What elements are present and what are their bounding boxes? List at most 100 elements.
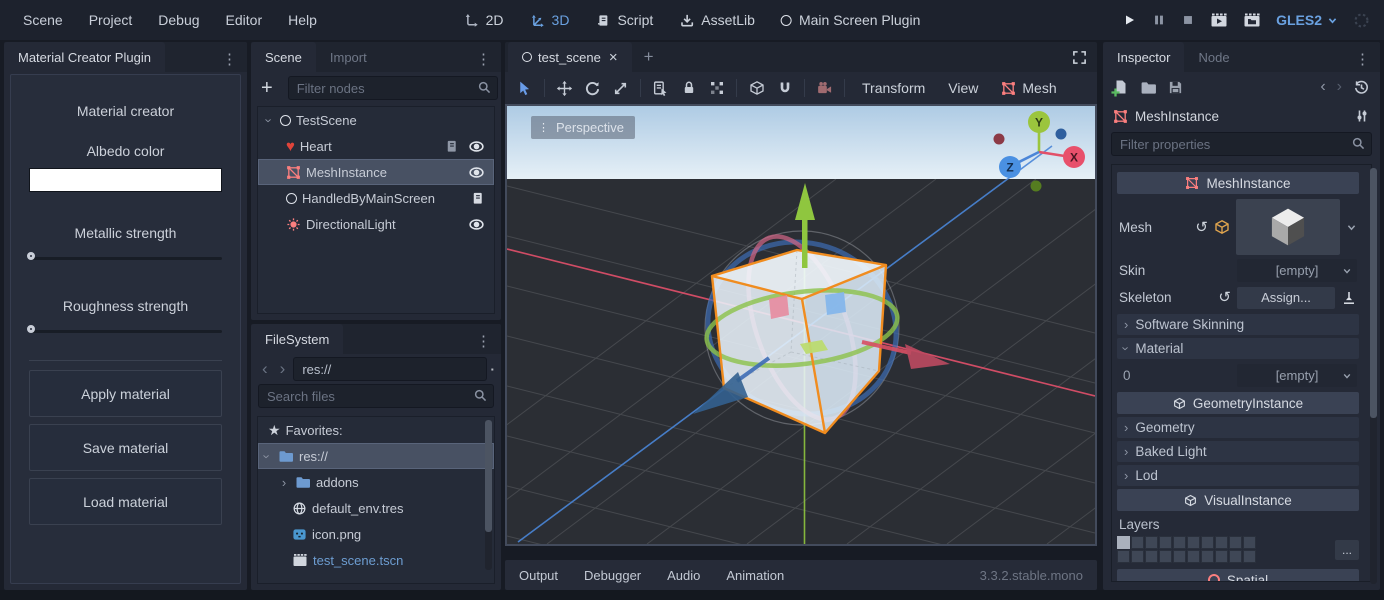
scene-tab-test-scene[interactable]: test_scene × (508, 42, 632, 72)
list-select-button[interactable] (647, 76, 674, 100)
visibility-eye-icon[interactable] (468, 138, 485, 155)
animation-button[interactable]: Animation (726, 568, 784, 583)
play-button[interactable] (1121, 12, 1137, 28)
visibility-eye-icon[interactable] (468, 216, 485, 233)
mesh-resource-icon[interactable] (1214, 219, 1230, 235)
inspector-scrollbar[interactable] (1370, 168, 1377, 584)
tab-filesystem[interactable]: FileSystem (251, 324, 343, 354)
layer-5[interactable] (1173, 536, 1186, 549)
inspector-tools-icon[interactable] (1354, 108, 1370, 124)
tree-row-heart[interactable]: ♥ Heart (258, 133, 494, 159)
workspace-main-screen-plugin[interactable]: Main Screen Plugin (773, 0, 928, 40)
layer-7[interactable] (1201, 536, 1214, 549)
axis-y-ball[interactable]: Y (1028, 111, 1050, 133)
layer-2[interactable] (1131, 536, 1144, 549)
section-meshinstance[interactable]: MeshInstance (1117, 172, 1359, 194)
menu-scene[interactable]: Scene (10, 0, 76, 40)
visibility-eye-icon[interactable] (468, 164, 485, 181)
menu-debug[interactable]: Debug (145, 0, 212, 40)
workspace-assetlib[interactable]: AssetLib (671, 0, 763, 40)
save-material-button[interactable]: Save material (29, 424, 222, 471)
fs-row-favorites[interactable]: ★ Favorites: (258, 417, 494, 443)
group-button[interactable] (703, 76, 730, 100)
menu-project[interactable]: Project (76, 0, 146, 40)
view-axis-gizmo[interactable]: Y X Z (987, 108, 1091, 200)
metallic-strength-slider[interactable] (29, 257, 222, 260)
lock-button[interactable] (675, 76, 702, 100)
layers-more-button[interactable]: ... (1335, 540, 1359, 560)
dock-menu-icon[interactable]: ⋮ (1347, 50, 1380, 72)
axis-neg-y-ball[interactable] (1031, 181, 1042, 192)
tree-row-directionallight[interactable]: DirectionalLight (258, 211, 494, 237)
stop-button[interactable] (1181, 13, 1195, 27)
roughness-strength-slider[interactable] (29, 330, 222, 333)
debugger-button[interactable]: Debugger (584, 568, 641, 583)
script-icon[interactable] (444, 139, 459, 154)
fs-row-default-env[interactable]: default_env.tres (258, 495, 494, 521)
tab-scene[interactable]: Scene (251, 42, 316, 72)
history-back-button[interactable]: ‹ (1320, 78, 1325, 96)
tab-import[interactable]: Import (316, 42, 381, 72)
perspective-menu[interactable]: ⋮ Perspective (531, 116, 635, 139)
tab-node[interactable]: Node (1184, 42, 1243, 72)
group-material[interactable]: › Material (1117, 338, 1359, 359)
layer-12[interactable] (1131, 550, 1144, 563)
workspace-script[interactable]: Script (587, 0, 661, 40)
layer-6[interactable] (1187, 536, 1200, 549)
layer-18[interactable] (1215, 550, 1228, 563)
slider-knob[interactable] (27, 252, 35, 260)
albedo-color-picker[interactable] (29, 168, 222, 192)
tree-row-testscene[interactable]: › TestScene (258, 107, 494, 133)
section-visualinstance[interactable]: VisualInstance (1117, 489, 1359, 511)
dock-menu-icon[interactable]: ⋮ (468, 50, 501, 72)
section-geometryinstance[interactable]: GeometryInstance (1117, 392, 1359, 414)
slider-knob[interactable] (27, 325, 35, 333)
fs-row-test-scene[interactable]: test_scene.tscn (258, 547, 494, 573)
group-software-skinning[interactable]: › Software Skinning (1117, 314, 1359, 335)
3d-viewport[interactable]: ⋮ Perspective Y X Z (505, 104, 1097, 546)
node-path-pick-icon[interactable] (1341, 290, 1357, 306)
filter-properties-input[interactable] (1111, 132, 1372, 156)
script-icon[interactable] (470, 191, 485, 206)
tab-inspector[interactable]: Inspector (1103, 42, 1184, 72)
load-resource-button[interactable] (1140, 79, 1157, 96)
material-dropdown[interactable]: [empty] (1237, 364, 1357, 387)
layer-10[interactable] (1243, 536, 1256, 549)
group-geometry[interactable]: › Geometry (1117, 417, 1359, 438)
play-custom-scene-button[interactable] (1243, 12, 1261, 28)
skeleton-assign-button[interactable]: Assign... (1237, 287, 1335, 309)
layer-15[interactable] (1173, 550, 1186, 563)
layer-14[interactable] (1159, 550, 1172, 563)
local-space-button[interactable] (743, 76, 770, 100)
split-view-icon[interactable] (491, 361, 494, 378)
expand-icon[interactable]: › (278, 475, 290, 490)
distraction-free-icon[interactable] (1062, 50, 1097, 65)
layer-17[interactable] (1201, 550, 1214, 563)
dock-menu-icon[interactable]: ⋮ (214, 50, 247, 72)
tree-row-meshinstance[interactable]: MeshInstance (258, 159, 494, 185)
collapse-icon[interactable]: › (260, 450, 275, 462)
tab-material-creator-plugin[interactable]: Material Creator Plugin (4, 42, 165, 72)
tree-row-handledbymainscreen[interactable]: HandledByMainScreen (258, 185, 494, 211)
revert-icon[interactable]: ↺ (1195, 220, 1208, 235)
save-resource-button[interactable] (1168, 80, 1183, 95)
layer-8[interactable] (1215, 536, 1228, 549)
chevron-down-icon[interactable] (1346, 222, 1357, 233)
axis-neg-x-ball[interactable] (994, 134, 1005, 145)
axis-neg-z-ball[interactable] (1056, 129, 1067, 140)
camera-preview-button[interactable] (811, 76, 838, 100)
layer-3[interactable] (1145, 536, 1158, 549)
new-resource-button[interactable] (1113, 79, 1129, 95)
collapse-icon[interactable]: › (262, 114, 277, 126)
skin-dropdown[interactable]: [empty] (1237, 259, 1357, 282)
fs-row-addons[interactable]: › addons (258, 469, 494, 495)
new-scene-tab-button[interactable]: + (632, 42, 666, 72)
layer-11[interactable] (1117, 550, 1130, 563)
group-baked-light[interactable]: › Baked Light (1117, 441, 1359, 462)
rotate-mode-button[interactable] (579, 76, 606, 100)
history-back-button[interactable]: ‹ (258, 359, 272, 379)
play-scene-button[interactable] (1210, 12, 1228, 28)
pause-button[interactable] (1152, 13, 1166, 27)
move-mode-button[interactable] (551, 76, 578, 100)
snap-button[interactable] (771, 76, 798, 100)
